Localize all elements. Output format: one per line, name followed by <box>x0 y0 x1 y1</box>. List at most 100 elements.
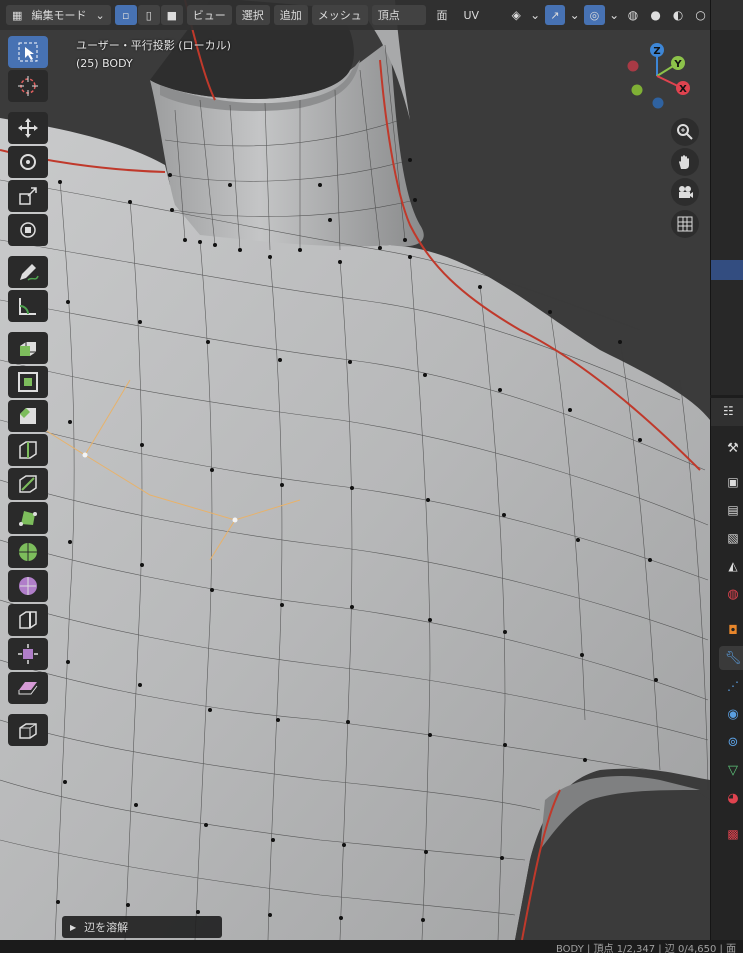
editor-type-icon[interactable]: ☷ <box>723 404 734 418</box>
x-axis-label: X <box>679 84 687 95</box>
zoom-button[interactable] <box>671 118 699 146</box>
mode-label: 編集モード <box>31 9 87 22</box>
chevron-down-icon[interactable]: ⌄ <box>530 5 541 25</box>
constraints-tab[interactable]: ⊚ <box>719 730 743 754</box>
vertex-select-button[interactable]: ▫ <box>114 5 137 25</box>
mesh-render <box>0 0 710 940</box>
blender-window: ▦ 編集モード ⌄ ▫ ▯ ■ ビュー 選択 追加 メッシュ 頂点 面 UV ◈… <box>0 0 743 953</box>
object-icon: ◘ <box>728 623 738 637</box>
knife-tool[interactable] <box>8 468 48 500</box>
data-tab[interactable]: ▽ <box>719 758 743 782</box>
magnifier-icon <box>677 124 693 140</box>
transform-tool[interactable] <box>8 214 48 246</box>
cursor-tool[interactable] <box>8 70 48 102</box>
material-shading-icon[interactable]: ◐ <box>669 5 688 25</box>
scene-statistics: BODY | 頂点 1/2,347 | 辺 0/4,650 | 面 <box>556 944 737 953</box>
constraints-icon: ⊚ <box>727 734 739 750</box>
menu-face[interactable]: 面 <box>430 5 453 25</box>
tool-icon: ⚒ <box>727 440 739 456</box>
spin-tool[interactable] <box>8 536 48 568</box>
proportional-edit-toggle[interactable]: ◎ <box>584 5 605 25</box>
smooth-tool[interactable] <box>8 570 48 602</box>
physics-tab[interactable]: ◉ <box>719 702 743 726</box>
pan-button[interactable] <box>671 148 699 176</box>
select-box-tool[interactable] <box>8 36 48 68</box>
rotate-tool[interactable] <box>8 146 48 178</box>
neg-x-handle[interactable] <box>627 60 639 72</box>
object-tab[interactable]: ◘ <box>719 618 743 642</box>
measure-tool[interactable] <box>8 290 48 322</box>
render-icon: ▣ <box>727 475 739 489</box>
outliner-panel[interactable] <box>710 0 743 395</box>
menu-view[interactable]: ビュー <box>186 5 232 25</box>
loop-cut-tool[interactable] <box>8 434 48 466</box>
navigation-gizmo[interactable]: Z Y X <box>620 38 700 118</box>
menu-mesh[interactable]: メッシュ <box>311 5 368 25</box>
edit-mode-icon: ▦ <box>12 8 23 22</box>
camera-view-button[interactable] <box>671 178 699 206</box>
view-label: ユーザー・平行投影 (ローカル) <box>76 39 231 52</box>
editor-type-and-mode-selector[interactable]: ▦ 編集モード ⌄ <box>6 5 111 25</box>
object-label: (25) BODY <box>76 57 133 70</box>
edge-slide-tool[interactable] <box>8 604 48 636</box>
poly-build-tool[interactable] <box>8 502 48 534</box>
view-layer-icon: ▧ <box>727 531 739 545</box>
neg-z-handle[interactable] <box>652 97 664 109</box>
modifiers-tab[interactable]: 🔧︎ <box>719 646 743 670</box>
last-operation-label: 辺を溶解 <box>84 921 129 934</box>
expand-triangle-icon: ▶ <box>70 922 77 932</box>
viewport-header: ▦ 編集モード ⌄ ▫ ▯ ■ ビュー 選択 追加 メッシュ 頂点 面 UV ◈… <box>0 0 710 30</box>
wireframe-shading-icon[interactable]: ◍ <box>624 5 643 25</box>
bevel-tool[interactable] <box>8 400 48 432</box>
face-select-button[interactable]: ■ <box>160 5 183 25</box>
outliner-header <box>711 0 743 30</box>
inset-faces-tool[interactable] <box>8 366 48 398</box>
particles-icon: ⋰ <box>727 679 739 693</box>
properties-header: ☷ <box>711 398 743 426</box>
menu-vertex[interactable]: 頂点 <box>371 5 427 25</box>
edge-select-button[interactable]: ▯ <box>137 5 160 25</box>
snap-toggle[interactable]: ↗ <box>544 5 566 25</box>
to-sphere-tool[interactable] <box>8 714 48 746</box>
y-axis-label: Y <box>673 59 682 70</box>
render-tab[interactable]: ▣ <box>719 470 743 494</box>
tool-tab[interactable]: ⚒ <box>719 436 743 460</box>
output-icon: ▤ <box>727 503 739 517</box>
menu-select[interactable]: 選択 <box>235 5 270 25</box>
output-tab[interactable]: ▤ <box>719 498 743 522</box>
texture-icon: ▩ <box>727 827 739 841</box>
pivot-point-icon[interactable]: ◈ <box>507 5 526 25</box>
ortho-toggle-button[interactable] <box>671 210 699 238</box>
neg-y-handle[interactable] <box>631 84 643 96</box>
shear-tool[interactable] <box>8 672 48 704</box>
texture-tab[interactable]: ▩ <box>719 822 743 846</box>
hand-icon <box>679 155 689 169</box>
z-axis-label: Z <box>653 46 660 57</box>
chevron-down-icon[interactable]: ⌄ <box>569 5 580 25</box>
shrink-fatten-tool[interactable] <box>8 638 48 670</box>
chevron-down-icon[interactable]: ⌄ <box>609 5 620 25</box>
outliner-selected-row[interactable] <box>711 260 743 280</box>
wrench-icon: 🔧︎ <box>724 650 742 666</box>
physics-icon: ◉ <box>727 706 739 722</box>
select-mode-group: ▫ ▯ ■ <box>114 5 183 25</box>
last-operation-panel[interactable]: ▶ 辺を溶解 <box>62 916 222 938</box>
3d-viewport[interactable]: ▦ 編集モード ⌄ ▫ ▯ ■ ビュー 選択 追加 メッシュ 頂点 面 UV ◈… <box>0 0 710 940</box>
menu-uv[interactable]: UV <box>457 5 485 25</box>
move-tool[interactable] <box>8 112 48 144</box>
annotate-tool[interactable] <box>8 256 48 288</box>
properties-panel: ☷ ⚒ ▣ ▤ ▧ ◭ ◍ ◘ 🔧︎ ⋰ ◉ ⊚ ▽ ◕ ▩ <box>710 398 743 940</box>
grid-icon <box>677 216 693 232</box>
extrude-region-tool[interactable] <box>8 332 48 364</box>
world-tab[interactable]: ◍ <box>719 582 743 606</box>
scene-tab[interactable]: ◭ <box>719 554 743 578</box>
rendered-shading-icon[interactable]: ○ <box>691 5 710 25</box>
scale-tool[interactable] <box>8 180 48 212</box>
solid-shading-icon[interactable]: ● <box>646 5 665 25</box>
menu-add[interactable]: 追加 <box>273 5 308 25</box>
particles-tab[interactable]: ⋰ <box>719 674 743 698</box>
camera-icon <box>679 186 693 198</box>
material-tab[interactable]: ◕ <box>719 786 743 810</box>
material-icon: ◕ <box>727 790 739 806</box>
view-layer-tab[interactable]: ▧ <box>719 526 743 550</box>
